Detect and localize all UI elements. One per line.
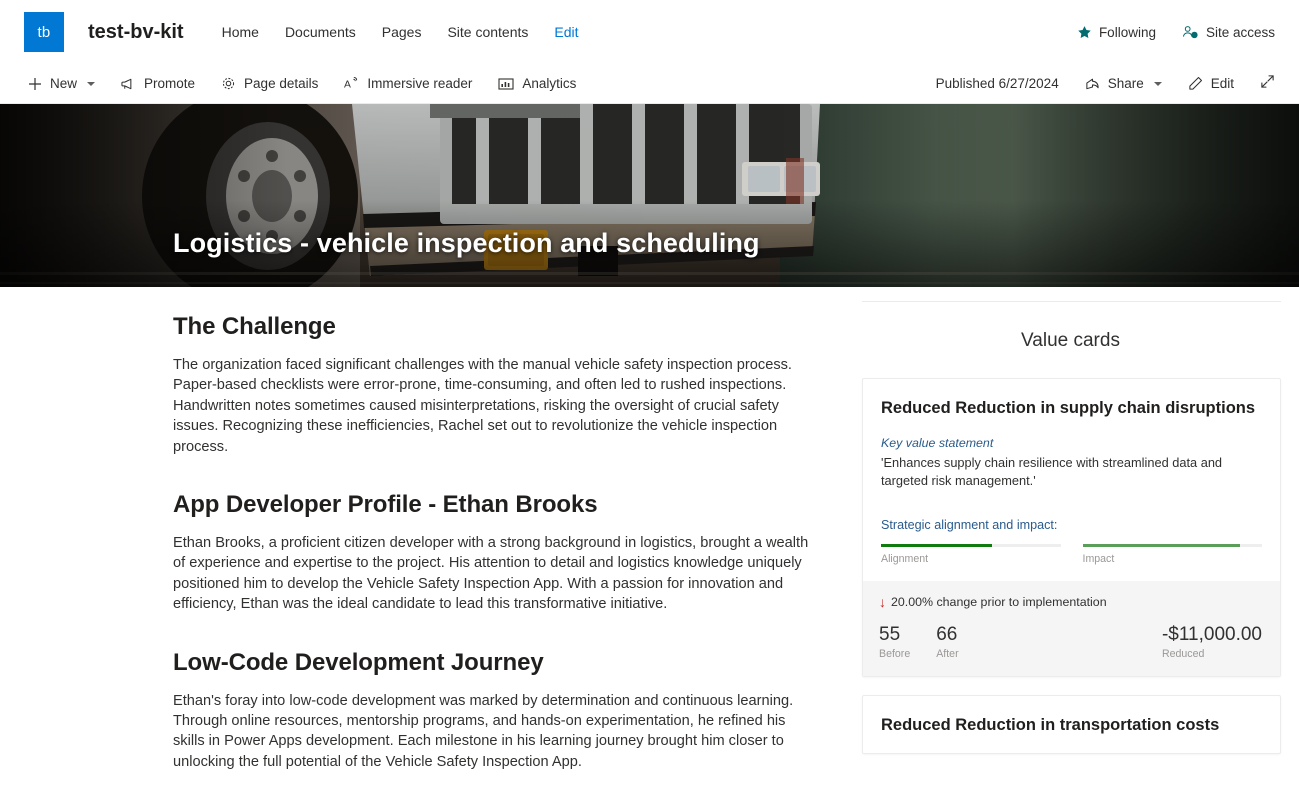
share-label: Share [1107, 76, 1144, 91]
chevron-down-icon[interactable] [1153, 81, 1162, 86]
site-header: tb test-bv-kit Home Documents Pages Site… [0, 0, 1299, 64]
impact-bar-track [1082, 544, 1262, 547]
change-text: 20.00% change prior to implementation [891, 595, 1107, 609]
page-details-label: Page details [244, 76, 319, 91]
pencil-icon [1188, 76, 1203, 91]
metric-caption: After [936, 648, 959, 660]
analytics-label: Analytics [522, 76, 577, 91]
site-logo[interactable]: tb [24, 12, 64, 52]
edit-page-button[interactable]: Edit [1188, 76, 1234, 91]
share-icon [1085, 77, 1100, 91]
alignment-bar-group: Alignment [881, 544, 1061, 565]
metric-caption: Before [879, 648, 911, 660]
site-navigation: Home Documents Pages Site contents Edit [222, 24, 579, 40]
chevron-down-icon[interactable] [87, 81, 96, 86]
metrics-panel: ↓ 20.00% change prior to implementation … [863, 581, 1280, 676]
metric-before: 55 Before [879, 623, 910, 660]
section-app-developer-profile: App Developer Profile - Ethan Brooks Eth… [173, 491, 820, 615]
star-icon [1077, 25, 1092, 40]
sidebar-column: Value cards Reduced Reduction in supply … [820, 287, 1299, 805]
immersive-reader-button[interactable]: A Immersive reader [344, 76, 472, 91]
site-access-button[interactable]: Site access [1182, 25, 1275, 40]
metric-reduced: -$11,000.00 Reduced [1162, 623, 1262, 660]
section-heading: The Challenge [173, 313, 336, 340]
metric-after: 66 After [936, 623, 958, 660]
edit-label: Edit [1210, 76, 1234, 91]
promote-button[interactable]: Promote [121, 76, 195, 91]
section-paragraph: Ethan's foray into low-code development … [173, 692, 794, 770]
value-card-title: Reduced Reduction in transportation cost… [881, 716, 1220, 734]
nav-item-pages[interactable]: Pages [382, 24, 422, 40]
value-card[interactable]: Reduced Reduction in supply chain disrup… [862, 378, 1281, 677]
expand-icon[interactable] [1260, 74, 1275, 94]
command-bar-right: Published 6/27/2024 Share Edit [936, 74, 1275, 94]
key-value-statement-label: Key value statement [881, 436, 994, 450]
alignment-bar-fill [881, 544, 993, 547]
gear-icon [221, 76, 236, 91]
megaphone-icon [121, 77, 136, 91]
analytics-icon [498, 77, 514, 91]
metric-row: 55 Before 66 After -$11,000.00 Reduced [879, 623, 1264, 660]
section-low-code-journey: Low-Code Development Journey Ethan's for… [173, 649, 820, 773]
key-value-statement-text: 'Enhances supply chain resilience with s… [881, 455, 1223, 488]
value-card[interactable]: Reduced Reduction in transportation cost… [862, 695, 1281, 754]
section-the-challenge: The Challenge The organization faced sig… [173, 313, 820, 457]
section-paragraph: Ethan Brooks, a proficient citizen devel… [173, 535, 809, 613]
impact-bar-group: Impact [1082, 544, 1262, 565]
metric-caption: Reduced [1161, 648, 1205, 660]
published-status: Published 6/27/2024 [935, 76, 1059, 91]
main-column: The Challenge The organization faced sig… [0, 287, 820, 805]
impact-bar-fill [1082, 544, 1241, 547]
metric-value: -$11,000.00 [1161, 624, 1262, 645]
promote-label: Promote [144, 76, 196, 91]
section-heading: App Developer Profile - Ethan Brooks [173, 491, 598, 519]
hero-title: Logistics - vehicle inspection and sched… [173, 228, 760, 258]
site-access-label: Site access [1205, 24, 1275, 40]
arrow-down-icon: ↓ [879, 594, 886, 610]
header-actions: Following Site access [1077, 25, 1275, 40]
share-button[interactable]: Share [1085, 76, 1162, 91]
immersive-reader-label: Immersive reader [367, 76, 473, 91]
immersive-reader-icon: A [344, 76, 359, 91]
new-label: New [50, 76, 78, 91]
value-card-title: Reduced Reduction in supply chain disrup… [881, 399, 1256, 417]
hero-image [0, 104, 1299, 287]
plus-icon [28, 77, 42, 91]
metric-value: 55 [879, 624, 901, 645]
metric-value: 66 [936, 624, 958, 645]
alignment-caption: Alignment [881, 553, 929, 565]
alignment-bar-track [881, 544, 1061, 547]
section-heading: Low-Code Development Journey [173, 648, 544, 676]
strategic-alignment-label: Strategic alignment and impact: [881, 518, 1058, 532]
page-body: The Challenge The organization faced sig… [0, 287, 1299, 805]
change-indicator: ↓ 20.00% change prior to implementation [879, 595, 1264, 609]
section-paragraph: The organization faced significant chall… [173, 357, 792, 455]
people-icon [1182, 25, 1199, 40]
nav-item-documents[interactable]: Documents [285, 24, 356, 40]
nav-item-site-contents[interactable]: Site contents [447, 24, 528, 40]
nav-item-edit[interactable]: Edit [554, 24, 578, 40]
sidebar-title: Value cards [1021, 330, 1120, 351]
page-details-button[interactable]: Page details [221, 76, 318, 91]
analytics-button[interactable]: Analytics [498, 76, 576, 91]
impact-caption: Impact [1082, 553, 1115, 565]
following-button[interactable]: Following [1077, 25, 1156, 40]
hero-banner: Logistics - vehicle inspection and sched… [0, 104, 1299, 287]
nav-item-home[interactable]: Home [222, 24, 259, 40]
command-bar: New Promote Page details A Immersive rea… [0, 64, 1299, 104]
site-title[interactable]: test-bv-kit [88, 21, 184, 44]
svg-text:A: A [344, 79, 351, 90]
following-label: Following [1098, 24, 1156, 40]
new-button[interactable]: New [28, 76, 96, 91]
alignment-impact-bars: Alignment Impact [881, 544, 1262, 565]
